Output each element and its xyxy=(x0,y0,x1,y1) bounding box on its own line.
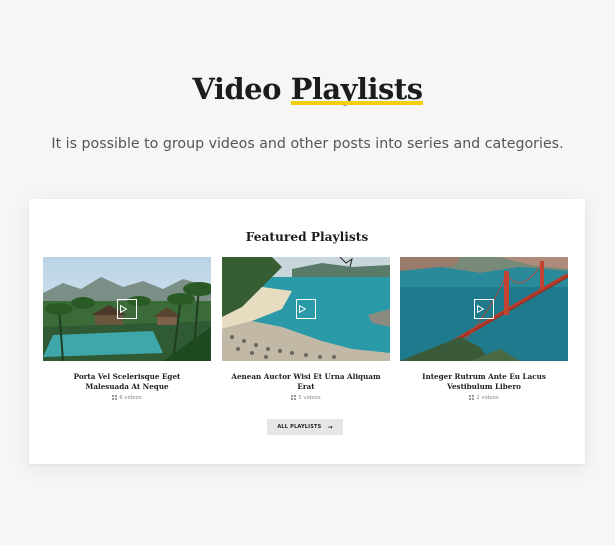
grid-icon xyxy=(112,395,118,400)
play-icon[interactable] xyxy=(474,299,494,319)
playlist-card[interactable]: Integer Rutrum Ante Eu Lacus Vestibulum … xyxy=(400,257,568,401)
grid-icon xyxy=(469,395,475,400)
arrow-right-icon: → xyxy=(327,423,333,431)
playlist-card[interactable]: Aenean Auctor Wisi Et Urna Aliquam Erat … xyxy=(222,257,390,401)
video-count: 6 videos xyxy=(43,395,211,401)
all-playlists-label: ALL PLAYLISTS xyxy=(277,424,322,430)
playlist-thumbnail[interactable] xyxy=(400,257,568,361)
page-title: Video Playlists xyxy=(0,72,615,106)
page-subtitle: It is possible to group videos and other… xyxy=(51,136,564,152)
video-count: 5 videos xyxy=(222,395,390,401)
title-text: Video xyxy=(192,72,281,106)
playlist-title[interactable]: Integer Rutrum Ante Eu Lacus Vestibulum … xyxy=(400,372,568,392)
featured-title: Featured Playlists xyxy=(245,230,369,244)
page: Video Playlists It is possible to group … xyxy=(0,0,615,545)
all-playlists-button[interactable]: ALL PLAYLISTS → xyxy=(267,419,343,435)
featured-playlists-card: Featured Playlists Porta Vel Scelerisque… xyxy=(29,199,585,464)
title-highlight: Playlists xyxy=(290,72,423,106)
playlist-thumbnail[interactable] xyxy=(43,257,211,361)
play-icon[interactable] xyxy=(296,299,316,319)
playlist-card[interactable]: Porta Vel Scelerisque Eget Malesuada At … xyxy=(43,257,211,401)
playlist-title[interactable]: Aenean Auctor Wisi Et Urna Aliquam Erat xyxy=(222,372,390,392)
video-count: 2 videos xyxy=(400,395,568,401)
playlist-thumbnail[interactable] xyxy=(222,257,390,361)
playlist-title[interactable]: Porta Vel Scelerisque Eget Malesuada At … xyxy=(43,372,211,392)
play-icon[interactable] xyxy=(117,299,137,319)
grid-icon xyxy=(291,395,297,400)
